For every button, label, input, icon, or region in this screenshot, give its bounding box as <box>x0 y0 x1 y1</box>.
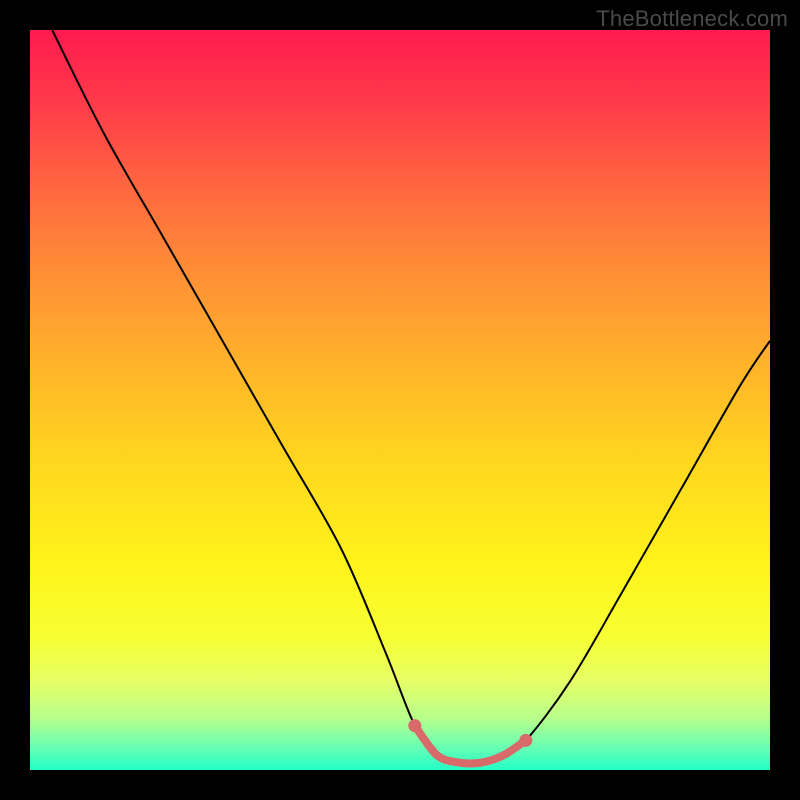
optimal-segment-line <box>415 726 526 764</box>
watermark-text: TheBottleneck.com <box>596 6 788 32</box>
chart-svg <box>30 30 770 770</box>
chart-area <box>30 30 770 770</box>
bottleneck-curve <box>52 30 770 764</box>
